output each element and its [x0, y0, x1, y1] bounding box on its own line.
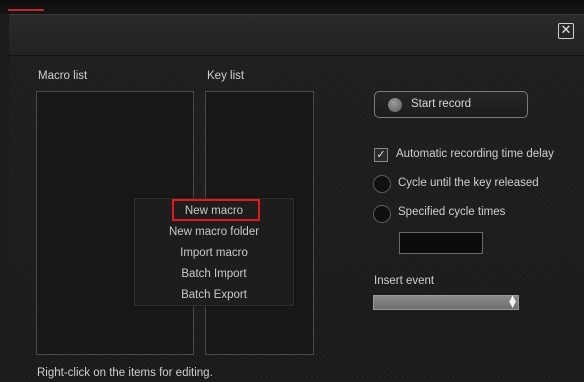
insert-event-label: Insert event: [374, 275, 435, 287]
top-bar: [0, 0, 584, 14]
menu-item-new-macro-folder[interactable]: New macro folder: [135, 223, 293, 241]
auto-delay-label: Automatic recording time delay: [396, 148, 554, 160]
macro-list-label: Macro list: [38, 70, 88, 82]
footer-hint: Right-click on the items for editing.: [37, 367, 213, 379]
start-record-button[interactable]: Start record: [374, 91, 528, 118]
key-list-label: Key list: [207, 70, 245, 82]
brand-accent-line: [8, 9, 44, 11]
insert-event-select[interactable]: ▲ ▼: [373, 295, 519, 310]
specified-cycle-radio[interactable]: [373, 205, 391, 223]
start-record-label: Start record: [411, 98, 472, 110]
close-icon[interactable]: ✕: [558, 23, 574, 39]
dialog-title-bar: ✕: [9, 14, 584, 56]
auto-delay-checkbox[interactable]: ✓: [374, 148, 388, 162]
menu-item-import-macro[interactable]: Import macro: [135, 244, 293, 262]
cycle-times-input[interactable]: [399, 232, 483, 254]
new-macro-highlight: [172, 199, 260, 221]
menu-item-batch-import[interactable]: Batch Import: [135, 265, 293, 283]
menu-item-batch-export[interactable]: Batch Export: [135, 286, 293, 304]
cycle-until-release-radio[interactable]: [373, 175, 391, 193]
cycle-until-release-label: Cycle until the key released: [398, 177, 539, 189]
specified-cycle-label: Specified cycle times: [398, 206, 506, 218]
select-arrows-icon: ▲ ▼: [509, 294, 516, 310]
record-dot-icon: [388, 98, 402, 112]
